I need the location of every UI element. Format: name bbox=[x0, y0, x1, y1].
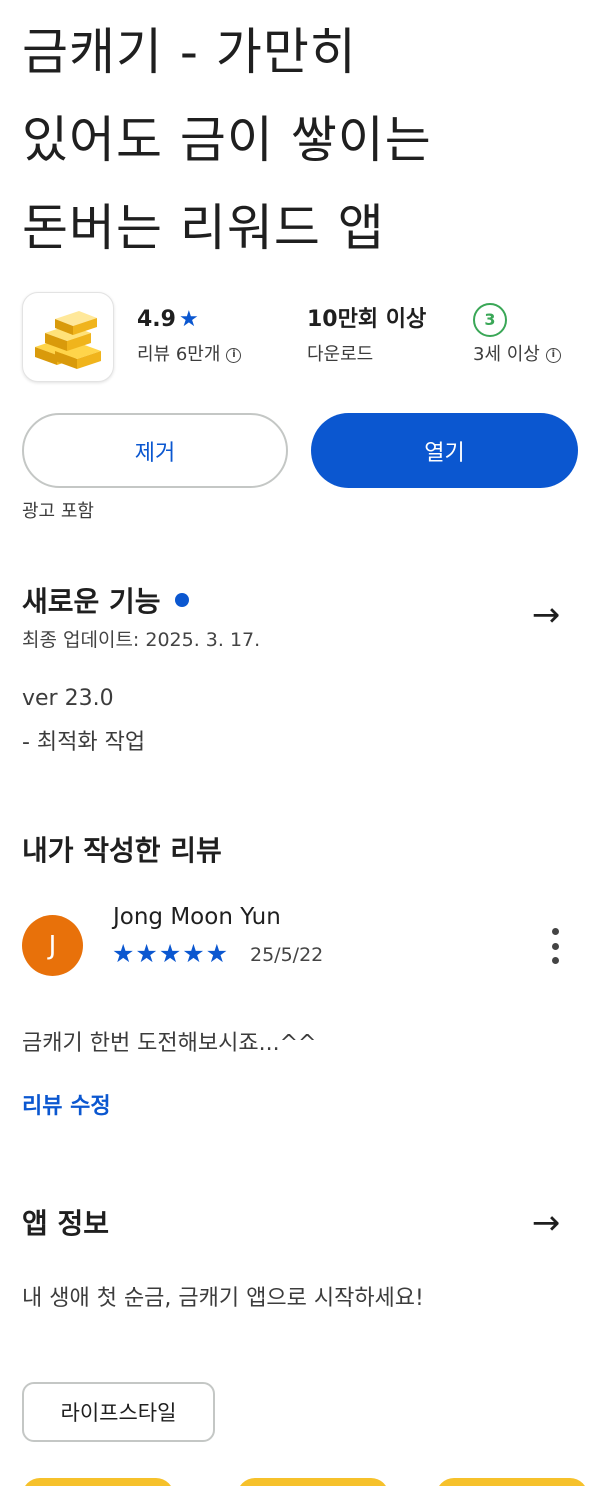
downloads-stat: 10만회 이상 다운로드 bbox=[307, 304, 426, 372]
arrow-right-icon[interactable]: → bbox=[526, 596, 566, 636]
star-icon: ★ bbox=[178, 307, 199, 332]
arrow-right-icon[interactable]: → bbox=[526, 1204, 566, 1244]
review-date: 25/5/22 bbox=[250, 944, 324, 966]
app-title-line-3: 돈버는 리워드 앱 bbox=[22, 199, 385, 257]
whats-new-header[interactable]: 새로운 기능 bbox=[22, 580, 189, 620]
remove-button[interactable]: 제거 bbox=[22, 413, 288, 488]
gold-bars-icon bbox=[35, 311, 101, 369]
version-text: ver 23.0 bbox=[22, 686, 114, 711]
my-review-title: 내가 작성한 리뷰 bbox=[22, 834, 222, 867]
age-rating-badge: 3 bbox=[473, 303, 507, 337]
reviewer-name: Jong Moon Yun bbox=[113, 904, 281, 930]
info-icon[interactable]: i bbox=[545, 347, 561, 363]
app-title-line-1: 금캐기 - 가만히 bbox=[22, 23, 357, 81]
more-options-icon[interactable] bbox=[540, 928, 570, 964]
review-stars: ★★★★★ bbox=[112, 939, 230, 968]
screenshot-thumbnail[interactable] bbox=[436, 1478, 588, 1486]
screenshot-thumbnail[interactable] bbox=[237, 1478, 389, 1486]
app-description: 내 생애 첫 순금, 금캐기 앱으로 시작하세요! bbox=[22, 1286, 424, 1311]
downloads-value: 10만회 이상 bbox=[307, 307, 427, 332]
whats-new-title: 새로운 기능 bbox=[22, 585, 161, 618]
contains-ads-note: 광고 포함 bbox=[22, 501, 94, 522]
edit-review-link[interactable]: 리뷰 수정 bbox=[22, 1088, 111, 1120]
app-title: 금캐기 - 가만히 있어도 금이 쌓이는 돈버는 리워드 앱 bbox=[22, 8, 582, 272]
downloads-label: 다운로드 bbox=[307, 344, 374, 365]
review-text: 금캐기 한번 도전해보시죠...^^ bbox=[22, 1031, 317, 1056]
about-app-header[interactable]: 앱 정보 bbox=[22, 1202, 109, 1242]
release-note: - 최적화 작업 bbox=[22, 730, 146, 755]
reviews-count: 리뷰 6만개 bbox=[137, 344, 221, 365]
rating-value: 4.9 bbox=[137, 307, 176, 332]
app-icon bbox=[22, 292, 114, 382]
new-indicator-dot bbox=[174, 593, 189, 607]
app-title-line-2: 있어도 금이 쌓이는 bbox=[22, 111, 432, 169]
age-rating-label: 3세 이상 bbox=[473, 344, 540, 365]
open-button[interactable]: 열기 bbox=[311, 413, 578, 488]
age-rating-stat: 3 3세 이상 i bbox=[473, 303, 561, 372]
info-icon[interactable]: i bbox=[226, 347, 242, 363]
avatar: J bbox=[22, 915, 83, 976]
category-chip[interactable]: 라이프스타일 bbox=[22, 1382, 215, 1442]
rating-stat: 4.9 ★ 리뷰 6만개 i bbox=[137, 304, 242, 372]
about-app-title: 앱 정보 bbox=[22, 1207, 110, 1240]
screenshot-thumbnail[interactable] bbox=[22, 1478, 174, 1486]
last-updated: 최종 업데이트: 2025. 3. 17. bbox=[22, 629, 261, 651]
